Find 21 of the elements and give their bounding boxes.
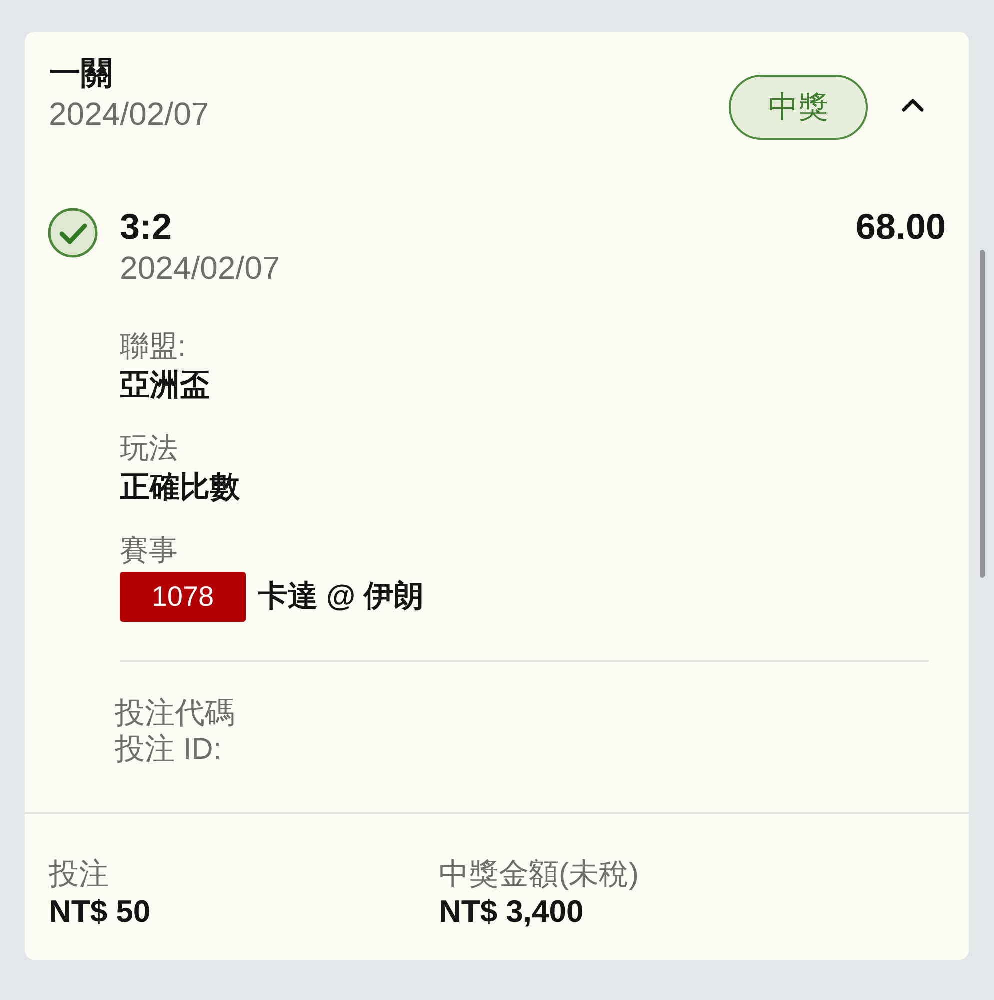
summary-label: 投注 (49, 857, 109, 893)
detail-value: 正確比數 (120, 470, 240, 506)
detail-label: 玩法 (120, 432, 178, 467)
detail-value: 亞洲盃 (120, 368, 210, 404)
selection-date: 2024/02/07 (120, 249, 280, 288)
bet-date: 2024/02/07 (49, 95, 210, 134)
chevron-up-icon[interactable] (902, 98, 924, 112)
pick-score: 3:2 (120, 206, 172, 248)
match-number-tag: 1078 (120, 572, 246, 622)
summary-amount: NT$ 3,400 (439, 894, 584, 930)
scrollbar-thumb[interactable] (980, 250, 985, 578)
odds-value: 68.00 (856, 206, 946, 248)
detail-label: 賽事 (120, 534, 178, 569)
summary-label: 中獎金額(未稅) (439, 857, 639, 893)
summary-amount: NT$ 50 (49, 894, 151, 930)
status-badge: 中獎 (729, 75, 868, 140)
bet-reference-label: 投注代碼 (115, 696, 235, 732)
detail-label: 聯盟: (120, 330, 186, 365)
match-teams: 卡達 @ 伊朗 (258, 578, 424, 615)
bet-type-title: 一關 (49, 54, 113, 93)
bet-reference-label: 投注 ID: (115, 732, 222, 768)
